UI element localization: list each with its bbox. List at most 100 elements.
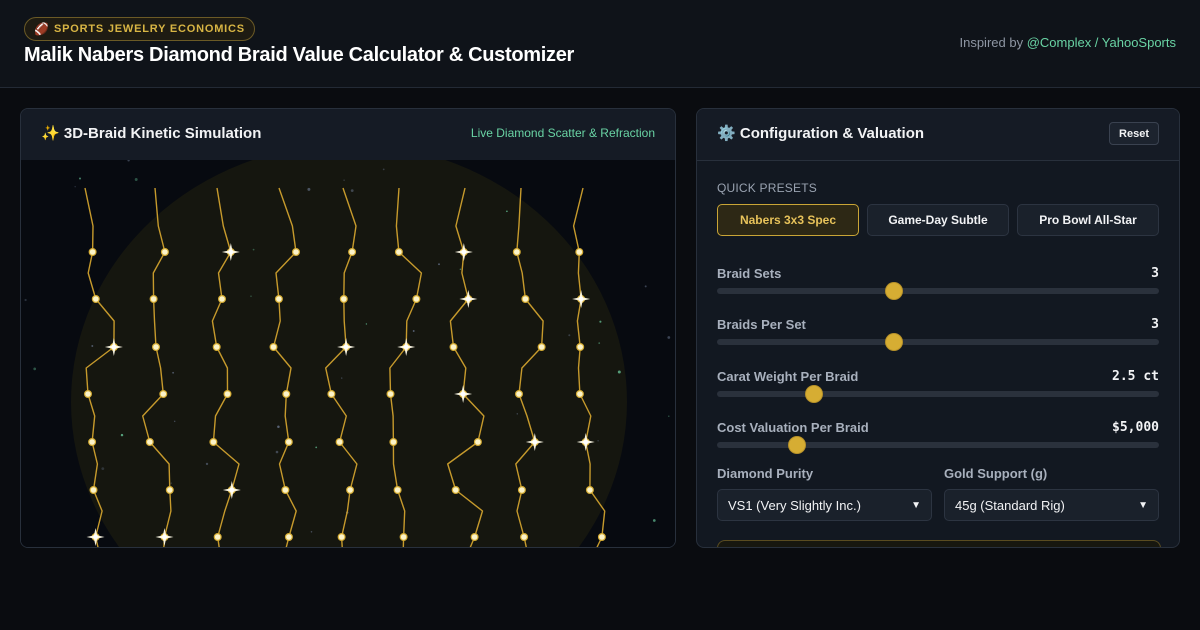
valuation-summary-card bbox=[717, 540, 1161, 547]
star-particle bbox=[343, 179, 345, 182]
carat-weight-value: 2.5 ct bbox=[1112, 369, 1159, 384]
gold-support-field: Gold Support (g) 45g (Standard Rig) ▼ bbox=[944, 466, 1159, 521]
star-particle bbox=[365, 323, 368, 325]
diamond-stone bbox=[512, 247, 521, 256]
diamond-stone bbox=[473, 438, 482, 447]
star-particle bbox=[599, 320, 602, 323]
chevron-down-icon: ▼ bbox=[911, 499, 921, 511]
diamond-stone bbox=[597, 533, 606, 542]
diamond-stone bbox=[209, 438, 218, 447]
braids-per-set-slider[interactable] bbox=[717, 334, 1159, 350]
diamond-stone bbox=[585, 486, 594, 495]
star-particle bbox=[341, 377, 343, 379]
diamond-stone bbox=[149, 295, 158, 304]
star-particle bbox=[277, 425, 280, 429]
page-title: Malik Nabers Diamond Braid Value Calcula… bbox=[24, 44, 575, 66]
braid-sets-value: 3 bbox=[1151, 266, 1159, 281]
star-particle bbox=[438, 263, 440, 266]
diamond-stone bbox=[282, 390, 291, 399]
diamond-purity-field: Diamond Purity VS1 (Very Slightly Inc.) … bbox=[717, 466, 932, 521]
diamond-purity-select[interactable]: VS1 (Very Slightly Inc.) ▼ bbox=[717, 489, 932, 521]
diamond-stone bbox=[339, 295, 348, 304]
diamond-stone bbox=[520, 533, 529, 542]
diamond-stone bbox=[335, 438, 344, 447]
diamond-stone bbox=[88, 438, 97, 447]
diamond-stone bbox=[575, 247, 584, 256]
diamond-stone bbox=[521, 295, 530, 304]
simulation-title: ✨ 3D-Braid Kinetic Simulation bbox=[41, 124, 261, 142]
preset-pro-bowl-button[interactable]: Pro Bowl All-Star bbox=[1017, 204, 1159, 236]
diamond-purity-label: Diamond Purity bbox=[717, 466, 814, 481]
simulation-subtitle: Live Diamond Scatter & Refraction bbox=[470, 126, 655, 140]
diamond-stone bbox=[83, 390, 92, 399]
diamond-stone bbox=[346, 486, 355, 495]
gold-support-value: 45g (Standard Rig) bbox=[955, 497, 1065, 513]
braid-sets-slider[interactable] bbox=[717, 283, 1159, 299]
diamond-stone bbox=[159, 390, 168, 399]
gear-icon: ⚙️ bbox=[717, 125, 736, 142]
braid-sets-label: Braid Sets bbox=[717, 266, 782, 281]
braids-per-set-slider-row: Braids Per Set 3 bbox=[717, 317, 1159, 353]
configuration-panel-header: ⚙️ Configuration & Valuation Reset bbox=[697, 109, 1179, 161]
diamond-stone bbox=[394, 247, 403, 256]
cost-valuation-label: Cost Valuation Per Braid bbox=[717, 420, 869, 435]
preset-nabers-3x3-button[interactable]: Nabers 3x3 Spec bbox=[717, 204, 859, 236]
cost-valuation-slider-row: Cost Valuation Per Braid $5,000 bbox=[717, 420, 1159, 456]
cost-valuation-value: $5,000 bbox=[1112, 420, 1159, 435]
diamond-stone bbox=[88, 247, 97, 256]
cost-valuation-slider-thumb[interactable] bbox=[788, 437, 805, 453]
braid-simulation-svg bbox=[21, 160, 675, 547]
diamond-stone bbox=[412, 295, 421, 304]
star-particle bbox=[459, 268, 462, 270]
braid-sets-slider-row: Braid Sets 3 bbox=[717, 266, 1159, 302]
simulation-panel-header: ✨ 3D-Braid Kinetic Simulation Live Diamo… bbox=[21, 109, 675, 161]
diamond-stone bbox=[160, 247, 169, 256]
star-particle bbox=[252, 248, 255, 251]
star-particle bbox=[350, 189, 354, 192]
cost-valuation-slider[interactable] bbox=[717, 437, 1159, 453]
star-particle bbox=[134, 178, 138, 181]
diamond-stone bbox=[145, 438, 154, 447]
diamond-stone bbox=[327, 390, 336, 399]
braid-simulation-canvas[interactable] bbox=[21, 160, 675, 547]
star-particle bbox=[173, 420, 176, 423]
star-particle bbox=[275, 450, 279, 454]
diamond-stone bbox=[212, 343, 221, 352]
star-particle bbox=[74, 185, 76, 188]
category-badge: 🏈 SPORTS JEWELRY ECONOMICS bbox=[24, 17, 255, 41]
star-particle bbox=[24, 298, 27, 302]
carat-weight-slider[interactable] bbox=[717, 386, 1159, 402]
star-particle bbox=[307, 187, 311, 191]
braids-per-set-slider-thumb[interactable] bbox=[885, 334, 902, 350]
star-particle bbox=[506, 210, 508, 213]
quick-presets: Nabers 3x3 Spec Game-Day Subtle Pro Bowl… bbox=[717, 204, 1159, 236]
app-header: 🏈 SPORTS JEWELRY ECONOMICS Malik Nabers … bbox=[0, 0, 1200, 88]
diamond-stone bbox=[517, 486, 526, 495]
braid-sets-slider-thumb[interactable] bbox=[885, 283, 902, 299]
diamond-stone bbox=[284, 533, 293, 542]
gold-support-select[interactable]: 45g (Standard Rig) ▼ bbox=[944, 489, 1159, 521]
diamond-purity-value: VS1 (Very Slightly Inc.) bbox=[728, 497, 861, 513]
diamond-stone bbox=[152, 343, 161, 352]
carat-weight-slider-thumb[interactable] bbox=[806, 386, 823, 402]
credit-link[interactable]: @Complex / YahooSports bbox=[1027, 35, 1176, 50]
preset-game-day-subtle-button[interactable]: Game-Day Subtle bbox=[867, 204, 1009, 236]
diamond-stone bbox=[284, 438, 293, 447]
diamond-stone bbox=[348, 247, 357, 256]
star-particle bbox=[644, 285, 647, 288]
credit-prefix: Inspired by bbox=[959, 35, 1024, 50]
chevron-down-icon: ▼ bbox=[1138, 499, 1148, 511]
star-particle bbox=[315, 446, 318, 449]
diamond-stone bbox=[449, 343, 458, 352]
diamond-stone bbox=[213, 533, 222, 542]
diamond-stone bbox=[393, 486, 402, 495]
diamond-stone bbox=[451, 486, 460, 495]
star-particle bbox=[310, 531, 313, 533]
simulation-panel: ✨ 3D-Braid Kinetic Simulation Live Diamo… bbox=[20, 108, 676, 548]
star-particle bbox=[250, 295, 252, 297]
diamond-stone bbox=[515, 390, 524, 399]
diamond-stone bbox=[269, 343, 278, 352]
reset-button[interactable]: Reset bbox=[1109, 122, 1159, 145]
star-particle bbox=[617, 370, 621, 374]
star-particle bbox=[667, 336, 671, 339]
